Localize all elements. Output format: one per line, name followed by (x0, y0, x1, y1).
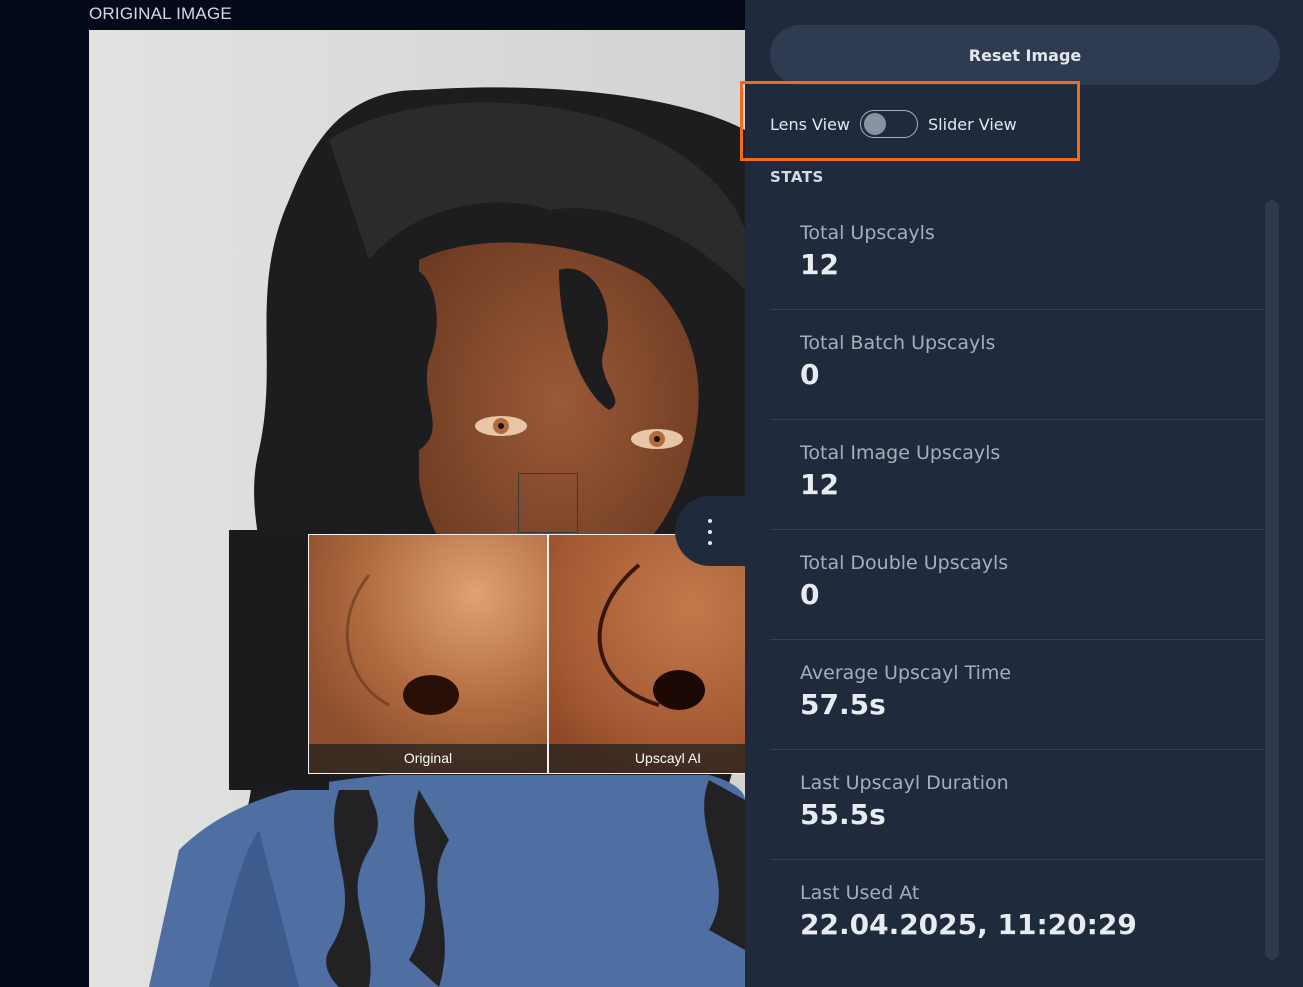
highlight-annotation-box (740, 81, 1080, 161)
stat-total-double-upscayls: Total Double Upscayls 0 (770, 530, 1264, 640)
stat-label: Total Double Upscayls (800, 552, 1009, 574)
image-preview[interactable]: Original Upscayl AI (89, 30, 745, 987)
stat-label: Last Upscayl Duration (800, 772, 1009, 794)
stat-average-upscayl-time: Average Upscayl Time 57.5s (770, 640, 1264, 750)
stat-value: 0 (800, 578, 820, 611)
stats-title: STATS (770, 168, 824, 186)
stat-total-batch-upscayls: Total Batch Upscayls 0 (770, 310, 1264, 420)
more-vertical-icon[interactable] (705, 519, 715, 545)
stat-value: 0 (800, 358, 820, 391)
stat-value: 57.5s (800, 688, 886, 721)
app-window: ORIGINAL IMAGE Original Upscayl AI Reset… (0, 0, 1303, 987)
stat-last-upscayl-duration: Last Upscayl Duration 55.5s (770, 750, 1264, 860)
stat-label: Total Batch Upscayls (800, 332, 996, 354)
stat-total-image-upscayls: Total Image Upscayls 12 (770, 420, 1264, 530)
lens-original-image (309, 535, 547, 773)
reset-image-button[interactable]: Reset Image (770, 25, 1280, 85)
stats-scrollbar[interactable] (1265, 200, 1279, 960)
image-label: ORIGINAL IMAGE (89, 4, 232, 23)
stat-label: Total Upscayls (800, 222, 935, 244)
stat-value: 12 (800, 248, 839, 281)
stat-label: Average Upscayl Time (800, 662, 1012, 684)
stat-value: 55.5s (800, 798, 886, 831)
lens-target-box[interactable] (518, 473, 578, 533)
stat-value: 12 (800, 468, 839, 501)
lens-original-panel: Original (308, 534, 548, 774)
stat-label: Last Used At (800, 882, 920, 904)
stat-last-used-at: Last Used At 22.04.2025, 11:20:29 (770, 860, 1264, 970)
portrait-image (89, 30, 745, 987)
stat-total-upscayls: Total Upscayls 12 (770, 200, 1264, 310)
stats-list: Total Upscayls 12 Total Batch Upscayls 0… (770, 200, 1264, 970)
lens-upscaled-panel: Upscayl AI (548, 534, 745, 774)
stat-label: Total Image Upscayls (800, 442, 1001, 464)
lens-upscaled-caption: Upscayl AI (549, 744, 745, 773)
stat-value: 22.04.2025, 11:20:29 (800, 908, 1137, 941)
lens-original-caption: Original (309, 744, 547, 773)
lens-upscaled-image (549, 535, 745, 773)
sidebar-handle[interactable] (675, 496, 755, 566)
